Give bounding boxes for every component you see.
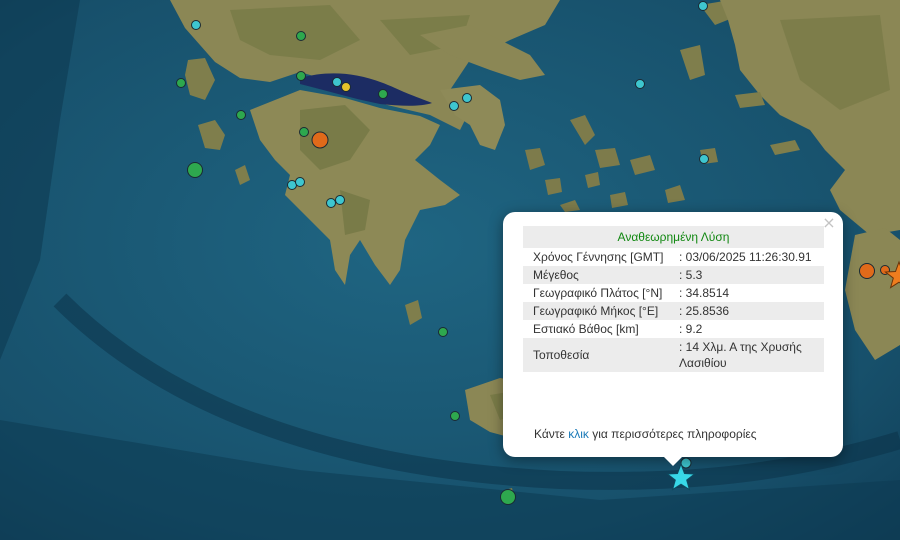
event-marker-green[interactable] [187,162,203,178]
event-marker-orange[interactable] [311,131,329,149]
event-marker-cyan[interactable] [449,101,459,111]
event-marker-cyan[interactable] [295,177,305,187]
event-marker-orange[interactable] [859,263,875,279]
popup-title: Αναθεωρημένη Λύση [523,226,824,248]
event-marker-green[interactable] [176,78,186,88]
row-value: : 03/06/2025 11:26:30.91 [679,250,812,264]
table-row: Γεωγραφικό Μήκος [°E] : 25.8536 [523,302,824,320]
event-marker-green[interactable] [500,489,516,505]
popup-pointer [663,456,683,466]
table-row: Μέγεθος : 5.3 [523,266,824,284]
event-marker-cyan[interactable] [326,198,336,208]
earthquake-details-table: Αναθεωρημένη Λύση Χρόνος Γέννησης [GMT] … [523,226,824,372]
event-marker-cyan[interactable] [698,1,708,11]
popup-title-row: Αναθεωρημένη Λύση [523,226,824,248]
event-marker-green[interactable] [299,127,309,137]
footer-prefix: Κάντε [534,427,569,441]
row-label: Μέγεθος [523,266,675,284]
row-value: : 9.2 [679,322,703,336]
table-row: Γεωγραφικό Πλάτος [°N] : 34.8514 [523,284,824,302]
event-marker-green[interactable] [296,71,306,81]
row-value: : 34.8514 [679,286,730,300]
event-marker-cyan[interactable] [335,195,345,205]
event-marker-green[interactable] [236,110,246,120]
row-label: Γεωγραφικό Πλάτος [°N] [533,286,663,300]
table-row: Τοποθεσία : 14 Χλμ. Α της Χρυσής Λασιθίο… [523,338,824,372]
event-marker-green[interactable] [296,31,306,41]
earthquake-popup: × Αναθεωρημένη Λύση Χρόνος Γέννησης [GMT… [503,212,843,466]
event-marker-cyan[interactable] [191,20,201,30]
row-value: : 5.3 [675,266,824,284]
event-marker-green[interactable] [450,411,460,421]
event-marker-cyan[interactable] [462,93,472,103]
table-row: Χρόνος Γέννησης [GMT] : 03/06/2025 11:26… [523,248,824,266]
footer-suffix: για περισσότερες πληροφορίες [588,427,757,441]
row-value: : 25.8536 [675,302,824,320]
row-label: Χρόνος Γέννησης [GMT] [533,250,664,264]
event-marker-cyan[interactable] [635,79,645,89]
row-label: Τοποθεσία [523,338,675,372]
event-marker-green[interactable] [438,327,448,337]
event-marker-yellow[interactable] [341,82,351,92]
row-label: Εστιακό Βάθος [km] [533,322,639,336]
event-marker-green[interactable] [378,89,388,99]
table-row: Εστιακό Βάθος [km] : 9.2 [523,320,824,338]
more-info-link[interactable]: κλικ [568,427,589,441]
popup-footer: Κάντε κλικ για περισσότερες πληροφορίες [534,427,757,441]
event-marker-cyan[interactable] [699,154,709,164]
row-label: Γεωγραφικό Μήκος [°E] [523,302,675,320]
row-value: : 14 Χλμ. Α της Χρυσής Λασιθίου [675,338,824,372]
event-marker-cyan[interactable] [332,77,342,87]
